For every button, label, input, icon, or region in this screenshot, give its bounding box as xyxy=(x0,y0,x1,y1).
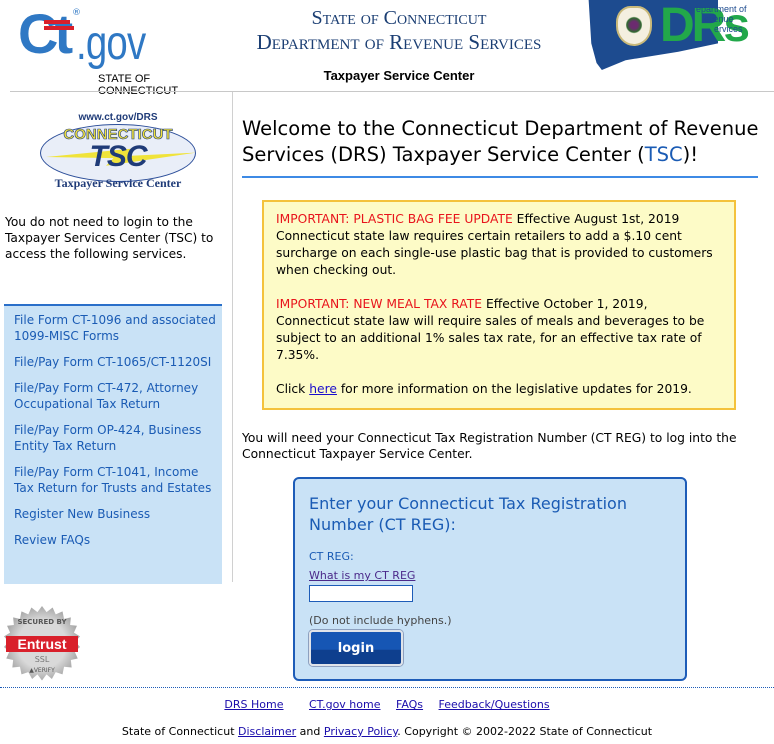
seal-verify-text: ▲VERIFY xyxy=(29,667,55,674)
tsc-logo-acronym: TSC xyxy=(89,140,148,173)
service-link-ct-472[interactable]: File/Pay Form CT-472, Attorney Occupatio… xyxy=(14,380,216,412)
login-form: Enter your Connecticut Tax Registration … xyxy=(293,477,687,681)
ctreg-hint: (Do not include hyphens.) xyxy=(309,614,452,627)
tsc-logo-url: www.ct.gov/DRS xyxy=(78,112,158,123)
drs-word-revenue: evenue xyxy=(704,14,734,24)
welcome-suffix: )! xyxy=(682,143,699,166)
service-link-ct-1041[interactable]: File/Pay Form CT-1041, Income Tax Return… xyxy=(14,464,216,496)
notice-plastic-bag: IMPORTANT: PLASTIC BAG FEE UPDATE Effect… xyxy=(276,211,724,279)
ctreg-requirement-text: You will need your Connecticut Tax Regis… xyxy=(242,431,737,461)
privacy-policy-link[interactable]: Privacy Policy xyxy=(324,725,397,738)
sidebar-intro: You do not need to login to the Taxpayer… xyxy=(5,215,214,261)
title-divider xyxy=(242,176,758,178)
notice-more-info: Click here for more information on the l… xyxy=(276,381,724,398)
header-divider xyxy=(10,91,774,92)
agency-title: State of Connecticut Department of Reven… xyxy=(236,6,562,54)
ctgov-logo-state: STATE OF CONNECTICUT xyxy=(98,73,179,97)
service-link-op-424[interactable]: File/Pay Form OP-424, Business Entity Ta… xyxy=(14,422,216,454)
notice-click-suffix: for more information on the legislative … xyxy=(336,382,692,396)
notice-click-prefix: Click xyxy=(276,382,310,396)
drs-words: epartment of evenue ervices xyxy=(696,4,747,34)
seal-brand: Entrust xyxy=(6,636,78,652)
legislative-updates-link[interactable]: here xyxy=(309,382,337,396)
drs-logo[interactable]: DRs epartment of evenue ervices xyxy=(586,0,774,72)
notice-meal-tax-alert: IMPORTANT: NEW MEAL TAX RATE xyxy=(276,297,483,311)
welcome-tsc-acronym: TSC xyxy=(644,143,683,166)
copyright-prefix: State of Connecticut xyxy=(121,725,239,738)
service-link-ct-1096[interactable]: File Form CT-1096 and associated 1099-MI… xyxy=(14,312,216,344)
ctreg-input[interactable] xyxy=(309,585,413,602)
login-form-title: Enter your Connecticut Tax Registration … xyxy=(309,494,627,534)
ctreg-field-label: CT REG: xyxy=(309,550,354,563)
flag-stripes-icon xyxy=(44,20,74,36)
drs-word-services: ervices xyxy=(714,24,743,34)
copyright-suffix: . Copyright © 2002-2022 State of Connect… xyxy=(397,725,653,738)
service-link-review-faqs[interactable]: Review FAQs xyxy=(14,532,216,548)
service-link-ct-1065[interactable]: File/Pay Form CT-1065/CT-1120SI xyxy=(14,354,216,370)
login-button[interactable]: login xyxy=(309,630,403,666)
tsc-logo-name: Taxpayer Service Center xyxy=(54,176,182,190)
services-menu: File Form CT-1096 and associated 1099-MI… xyxy=(4,304,222,584)
agency-title-line1: State of Connecticut xyxy=(311,7,487,29)
what-is-ctreg-link[interactable]: What is my CT REG xyxy=(309,569,415,583)
seal-secured-text: SECURED BY xyxy=(17,618,67,626)
footer-link-drs-home[interactable]: DRS Home xyxy=(224,698,283,711)
tsc-logo: www.ct.gov/DRS CONNECTICUT TSC Taxpayer … xyxy=(38,110,198,198)
notice-plastic-bag-alert: IMPORTANT: PLASTIC BAG FEE UPDATE xyxy=(276,212,513,226)
state-seal-icon xyxy=(616,6,652,46)
copyright-notice: State of Connecticut Disclaimer and Priv… xyxy=(0,725,774,739)
notice-meal-tax: IMPORTANT: NEW MEAL TAX RATE Effective O… xyxy=(276,296,724,364)
footer-link-ctgov-home[interactable]: CT.gov home xyxy=(309,698,381,711)
disclaimer-link[interactable]: Disclaimer xyxy=(238,725,296,738)
page-subtitle: Taxpayer Service Center xyxy=(323,68,475,83)
footer-links: DRS Home CT.gov home FAQs Feedback/Quest… xyxy=(0,698,774,712)
page-title: Welcome to the Connecticut Department of… xyxy=(242,116,762,168)
footer-link-faqs[interactable]: FAQs xyxy=(396,698,423,711)
important-notice-box: IMPORTANT: PLASTIC BAG FEE UPDATE Effect… xyxy=(262,200,736,410)
page-header: Ct ® .gov STATE OF CONNECTICUT State of … xyxy=(0,0,774,98)
ctgov-logo[interactable]: Ct ® .gov STATE OF CONNECTICUT xyxy=(18,6,223,98)
service-link-register-business[interactable]: Register New Business xyxy=(14,506,216,522)
footer-link-feedback[interactable]: Feedback/Questions xyxy=(439,698,550,711)
agency-title-line2: Department of Revenue Services xyxy=(256,30,542,54)
drs-word-department: epartment of xyxy=(696,4,747,14)
entrust-ssl-seal[interactable]: SECURED BY Entrust SSL ▲VERIFY xyxy=(4,606,80,682)
column-divider xyxy=(232,92,233,582)
ctgov-logo-gov: .gov xyxy=(76,17,146,70)
copyright-and: and xyxy=(296,725,324,738)
footer-divider xyxy=(0,687,774,688)
seal-ssl-text: SSL xyxy=(34,655,50,664)
